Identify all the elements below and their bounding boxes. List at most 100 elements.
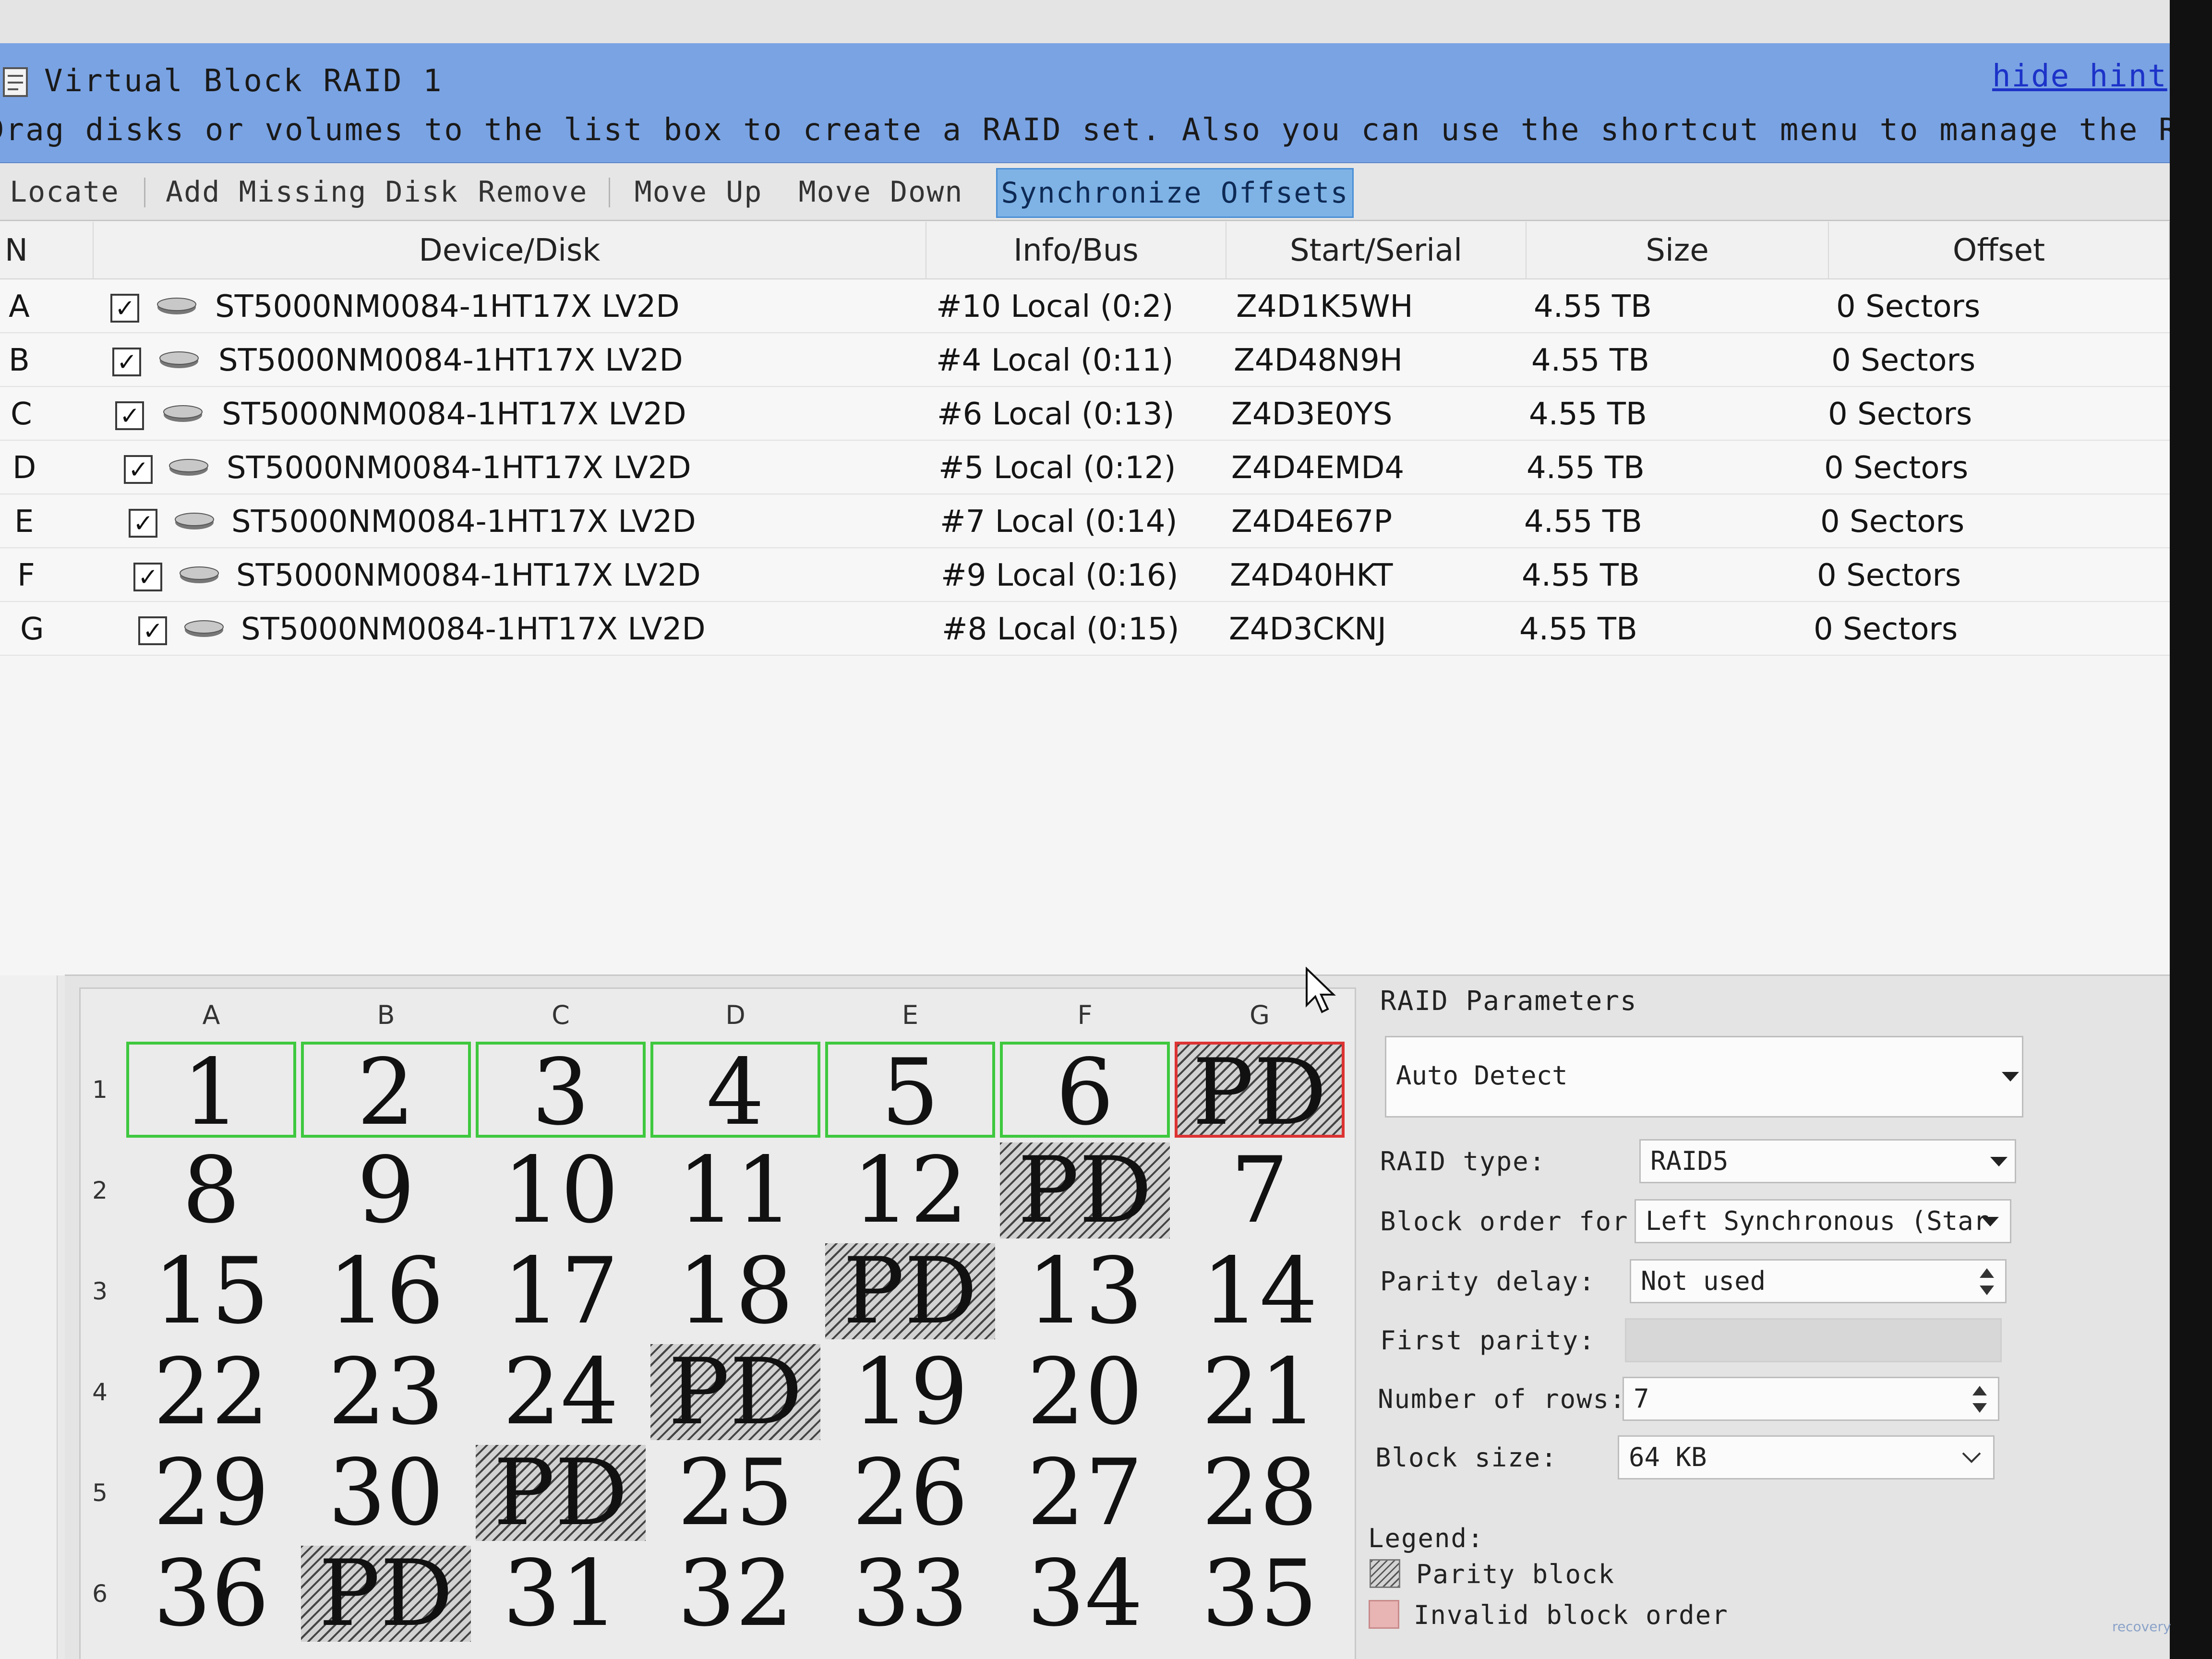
- data-block[interactable]: 22: [126, 1344, 296, 1440]
- data-block[interactable]: 16: [301, 1243, 471, 1339]
- data-block[interactable]: 15: [126, 1243, 296, 1339]
- data-block[interactable]: 6: [1000, 1042, 1170, 1141]
- disk-checkbox[interactable]: ✓: [129, 508, 157, 538]
- disk-size: 4.55 TB: [1519, 612, 1637, 647]
- data-block[interactable]: 27: [1000, 1445, 1170, 1541]
- disk-row[interactable]: E ✓ ST5000NM0084-1HT17X LV2D #7 Local (0…: [0, 495, 2170, 548]
- spinner-arrows-icon[interactable]: [1968, 1382, 1992, 1417]
- disk-serial: Z4D1K5WH: [1236, 289, 1413, 325]
- preset-dropdown[interactable]: Auto Detect: [1385, 1036, 2023, 1118]
- data-block[interactable]: 10: [476, 1142, 646, 1238]
- disk-checkbox[interactable]: ✓: [124, 455, 153, 484]
- data-block[interactable]: 25: [650, 1445, 820, 1541]
- data-block[interactable]: 3: [476, 1042, 646, 1141]
- disk-offset: 0 Sectors: [1820, 504, 1965, 540]
- hard-disk-icon: [184, 620, 224, 637]
- chevron-down-icon[interactable]: [1961, 1450, 1982, 1465]
- row-letter: A: [9, 289, 30, 325]
- parity-block[interactable]: PD: [476, 1445, 646, 1541]
- parity-block[interactable]: PD: [301, 1546, 471, 1642]
- number-of-rows-field[interactable]: 7: [1623, 1377, 1999, 1421]
- grid-column-label: B: [377, 1000, 395, 1030]
- disk-size: 4.55 TB: [1527, 450, 1645, 486]
- parity-block[interactable]: PD: [825, 1243, 995, 1339]
- data-block[interactable]: 14: [1175, 1243, 1345, 1339]
- column-header-info[interactable]: Info/Bus: [926, 222, 1226, 279]
- data-block[interactable]: 29: [126, 1445, 296, 1541]
- number-of-rows-label: Number of rows:: [1378, 1384, 1626, 1414]
- data-block[interactable]: 11: [650, 1142, 820, 1238]
- data-block[interactable]: 1: [126, 1042, 296, 1141]
- data-block[interactable]: 21: [1175, 1344, 1345, 1440]
- hide-hint-link[interactable]: hide hint: [1992, 59, 2167, 94]
- data-block[interactable]: 23: [301, 1344, 471, 1440]
- title-bar: Virtual Block RAID 1 hide hint Drag disk…: [0, 43, 2170, 163]
- data-block[interactable]: 32: [650, 1546, 820, 1642]
- disk-checkbox[interactable]: ✓: [112, 347, 141, 376]
- data-block[interactable]: 2: [301, 1042, 471, 1141]
- column-header-device[interactable]: Device/Disk: [94, 222, 926, 279]
- locate-button[interactable]: Locate: [10, 164, 119, 220]
- column-header-serial[interactable]: Start/Serial: [1226, 222, 1527, 279]
- chevron-down-icon[interactable]: [1990, 1157, 2008, 1166]
- parity-block[interactable]: PD: [650, 1344, 820, 1440]
- move-down-button[interactable]: Move Down: [792, 164, 970, 220]
- raid-parameters-panel: RAID Parameters Auto Detect RAID type: R…: [1368, 981, 2158, 1659]
- disk-checkbox[interactable]: ✓: [110, 293, 139, 323]
- disk-checkbox[interactable]: ✓: [115, 401, 144, 430]
- disk-row[interactable]: F ✓ ST5000NM0084-1HT17X LV2D #9 Local (0…: [0, 549, 2170, 602]
- data-block[interactable]: 26: [825, 1445, 995, 1541]
- block-size-value: 64 KB: [1629, 1442, 1707, 1472]
- disk-size: 4.55 TB: [1534, 289, 1652, 325]
- data-block[interactable]: 4: [650, 1042, 820, 1141]
- parity-delay-value: Not used: [1641, 1266, 1766, 1296]
- data-block[interactable]: 17: [476, 1243, 646, 1339]
- disk-row[interactable]: G ✓ ST5000NM0084-1HT17X LV2D #8 Local (0…: [0, 603, 2170, 656]
- spinner-arrows-icon[interactable]: [1975, 1264, 1999, 1299]
- parity-block[interactable]: PD: [1175, 1042, 1345, 1141]
- data-block[interactable]: 34: [1000, 1546, 1170, 1642]
- parity-delay-field[interactable]: Not used: [1630, 1259, 2007, 1303]
- data-block[interactable]: 8: [126, 1142, 296, 1238]
- disk-checkbox[interactable]: ✓: [133, 562, 162, 591]
- grid-column-label: F: [1077, 1000, 1093, 1030]
- chevron-down-icon[interactable]: [1982, 1217, 1999, 1226]
- block-size-dropdown[interactable]: 64 KB: [1618, 1435, 1995, 1479]
- column-header-size[interactable]: Size: [1527, 222, 1829, 279]
- data-block[interactable]: 28: [1175, 1445, 1345, 1541]
- disk-checkbox[interactable]: ✓: [138, 616, 167, 645]
- data-block[interactable]: 35: [1175, 1546, 1345, 1642]
- disk-row[interactable]: B ✓ ST5000NM0084-1HT17X LV2D #4 Local (0…: [0, 334, 2170, 387]
- data-block[interactable]: 12: [825, 1142, 995, 1238]
- disk-row[interactable]: C ✓ ST5000NM0084-1HT17X LV2D #6 Local (0…: [0, 388, 2170, 441]
- data-block[interactable]: 7: [1175, 1142, 1345, 1238]
- data-block[interactable]: 20: [1000, 1344, 1170, 1440]
- raid-type-dropdown[interactable]: RAID5: [1639, 1139, 2016, 1183]
- data-block[interactable]: 30: [301, 1445, 471, 1541]
- move-up-button[interactable]: Move Up: [626, 164, 770, 220]
- data-block[interactable]: 9: [301, 1142, 471, 1238]
- column-header-offset[interactable]: Offset: [1829, 222, 2170, 279]
- data-block[interactable]: 31: [476, 1546, 646, 1642]
- synchronize-offsets-button[interactable]: Synchronize Offsets: [996, 168, 1354, 218]
- disk-row[interactable]: A ✓ ST5000NM0084-1HT17X LV2D #10 Local (…: [0, 280, 2170, 333]
- disk-list[interactable]: N Device/Disk Info/Bus Start/Serial Size…: [0, 222, 2170, 975]
- remove-button[interactable]: Remove: [468, 164, 598, 220]
- disk-row[interactable]: D ✓ ST5000NM0084-1HT17X LV2D #5 Local (0…: [0, 442, 2170, 494]
- disk-offset: 0 Sectors: [1814, 612, 1958, 647]
- parity-block[interactable]: PD: [1000, 1142, 1170, 1238]
- data-block[interactable]: 13: [1000, 1243, 1170, 1339]
- data-block[interactable]: 36: [126, 1546, 296, 1642]
- data-block[interactable]: 5: [825, 1042, 995, 1141]
- block-size-label: Block size:: [1375, 1443, 1558, 1473]
- data-block[interactable]: 19: [825, 1344, 995, 1440]
- disk-offset: 0 Sectors: [1817, 558, 1961, 593]
- chevron-down-icon[interactable]: [2002, 1072, 2019, 1082]
- data-block[interactable]: 18: [650, 1243, 820, 1339]
- raid-block-grid[interactable]: A B C D E F G 1 1 2 3 4 5 6 PD 2 8 9 10 …: [79, 987, 1356, 1659]
- block-order-dropdown[interactable]: Left Synchronous (Star: [1635, 1199, 2011, 1243]
- data-block[interactable]: 33: [825, 1546, 995, 1642]
- add-missing-disk-button[interactable]: Add Missing Disk: [166, 164, 457, 220]
- data-block[interactable]: 24: [476, 1344, 646, 1440]
- column-header-n[interactable]: N: [0, 222, 94, 279]
